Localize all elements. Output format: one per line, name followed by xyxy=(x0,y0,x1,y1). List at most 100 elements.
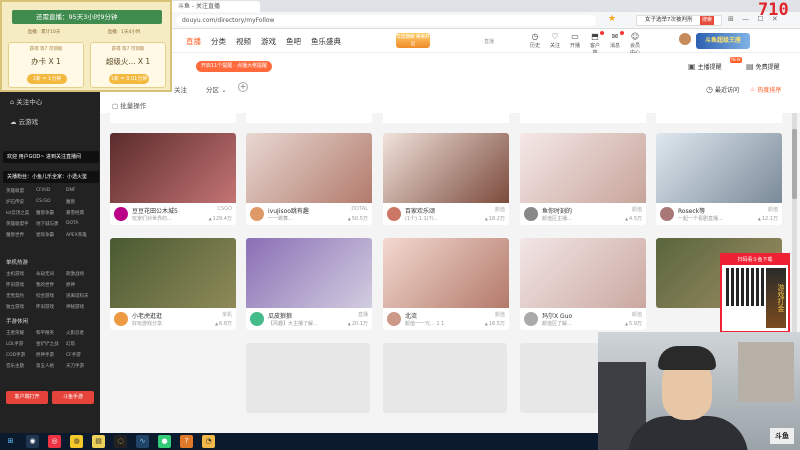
stream-card[interactable]: 小老虎逛逛好玩游戏分享 单机 6.8万 xyxy=(110,238,236,330)
browser-search-button[interactable]: 搜索 xyxy=(700,16,715,25)
steam-icon[interactable]: ◉ xyxy=(26,435,39,448)
sidebar-category-item[interactable]: 天刀手游 xyxy=(66,363,96,369)
sidebar-category-item[interactable]: 无畏契约 xyxy=(6,293,36,299)
streamer-avatar[interactable] xyxy=(524,207,538,221)
client-open-button[interactable]: 客户端打开 xyxy=(6,391,48,404)
streamer-avatar[interactable] xyxy=(387,207,401,221)
stream-thumbnail[interactable] xyxy=(383,133,509,203)
stream-thumbnail[interactable] xyxy=(110,133,236,203)
app-green-icon[interactable]: ● xyxy=(158,435,171,448)
sidebar-category-item[interactable]: 金铲铲之战 xyxy=(36,341,66,347)
streamer-avatar[interactable] xyxy=(114,312,128,326)
stream-card-partial[interactable] xyxy=(383,113,509,123)
sidebar-category-item[interactable]: LOL手游 xyxy=(6,341,36,347)
stream-thumbnail[interactable] xyxy=(656,133,782,203)
filter-partition[interactable]: 分区 ⌄ xyxy=(206,84,227,94)
sidebar-category-item[interactable]: 炉石传说 xyxy=(6,199,36,205)
qr-download-ad[interactable]: 扫码看斗鱼下载 游戏打金 xyxy=(720,253,790,333)
sidebar-category-item[interactable]: 星际争霸 xyxy=(36,232,66,238)
sidebar-category-item[interactable]: 音乐主题 xyxy=(6,363,36,369)
sidebar-category-item[interactable]: 火影忍者 xyxy=(66,330,96,336)
sidebar-category-item[interactable]: CS:GO xyxy=(36,199,66,205)
streamer-avatar[interactable] xyxy=(250,312,264,326)
sidebar-item-follow-center[interactable]: ⌂ 关注中心 xyxy=(10,92,100,112)
stream-card[interactable]: 瓜皮狼狼【风趣】大主播了解... 直播 20.1万 xyxy=(246,238,372,330)
sidebar-category-item[interactable]: 主机游戏 xyxy=(6,271,36,277)
anchor-reminder-button[interactable]: ▣ 主播提醒 xyxy=(688,62,722,71)
stream-card[interactable]: 北流颜值一一元... 1 1 颜值 16.5万 xyxy=(383,238,509,330)
sidebar-category-item[interactable]: DOTA xyxy=(66,221,96,227)
promo-badge[interactable]: 年度巅峰 赛事开启 xyxy=(396,33,430,48)
nav-festival[interactable]: 鱼乐盛典 xyxy=(311,36,341,47)
sidebar-category-item[interactable]: 怀旧游戏 xyxy=(6,282,36,288)
streamer-avatar[interactable] xyxy=(387,312,401,326)
nav-video[interactable]: 视频 xyxy=(236,36,251,47)
app-owl-icon[interactable]: ◔ xyxy=(202,435,215,448)
sidebar-category-item[interactable]: APEX英雄 xyxy=(66,232,96,238)
sidebar-category-item[interactable]: 魔兽 xyxy=(66,199,96,205)
stream-card-partial[interactable] xyxy=(520,113,646,123)
bookmark-star-icon[interactable]: ★ xyxy=(608,14,616,24)
sidebar-category-item[interactable]: COD手游 xyxy=(6,352,36,358)
sidebar-category-item[interactable]: 和平精英 xyxy=(36,330,66,336)
sidebar-category-item[interactable]: CF手游 xyxy=(66,352,96,358)
sidebar-category-item[interactable]: 幻塔 xyxy=(66,341,96,347)
free-reminder-button[interactable]: ▤ 免费提醒 xyxy=(746,62,780,71)
sidebar-category-item[interactable]: 王者荣耀 xyxy=(6,330,36,336)
stream-card-partial[interactable] xyxy=(110,113,236,123)
sidebar-category-item[interactable]: 综合游戏 xyxy=(36,293,66,299)
sidebar-category-item[interactable]: 神秘游戏 xyxy=(66,304,96,310)
filter-follow[interactable]: 关注 xyxy=(174,84,187,94)
sidebar-category-item[interactable]: lol云顶之奕 xyxy=(6,210,36,216)
streamer-avatar[interactable] xyxy=(114,207,128,221)
app-ring-icon[interactable]: ◌ xyxy=(114,435,127,448)
nav-live[interactable]: 直播 xyxy=(186,36,201,47)
stream-thumbnail[interactable] xyxy=(520,133,646,203)
sidebar-category-item[interactable]: 独立游戏 xyxy=(6,304,36,310)
batch-manage-button[interactable]: ▢ 批量操作 xyxy=(112,100,146,110)
browser-tab[interactable]: 斗鱼 - 关注直播 xyxy=(170,1,260,12)
stream-card[interactable]: 豆豆花田公木城5玩家们对世界的... CSGO 129.4万 xyxy=(110,133,236,225)
sidebar-category-item[interactable]: 英雄联盟 xyxy=(6,188,36,194)
sidebar-category-item[interactable]: 英雄联盟手 xyxy=(6,221,36,227)
user-avatar[interactable] xyxy=(678,32,692,46)
app-folder-icon[interactable]: ▤ xyxy=(92,435,105,448)
windows-start-icon[interactable]: ⊞ xyxy=(4,435,17,448)
sidebar-category-item[interactable]: DNF xyxy=(66,188,96,194)
stream-card[interactable]: 玛尔X Guo颜值区了解... 颜值 5.9万 xyxy=(520,238,646,330)
stream-card-partial[interactable] xyxy=(656,113,782,123)
sidebar-category-item[interactable]: 我的世界 xyxy=(36,282,66,288)
sidebar-category-item[interactable]: 原神手游 xyxy=(36,352,66,358)
app-yellow-icon[interactable]: ◍ xyxy=(70,435,83,448)
app-orange-icon[interactable]: ? xyxy=(180,435,193,448)
sidebar-category-item[interactable]: CF/HD xyxy=(36,188,66,194)
sidebar-category-item[interactable]: 逃离塔科夫 xyxy=(66,293,96,299)
reminder-pill[interactable]: 开启11个提醒 · 点播大佬提醒 xyxy=(196,61,272,72)
nav-game[interactable]: 游戏 xyxy=(261,36,276,47)
sidebar-category-item[interactable]: 刺激战场 xyxy=(66,271,96,277)
stream-thumbnail[interactable] xyxy=(110,238,236,308)
streamer-avatar[interactable] xyxy=(524,312,538,326)
add-filter-button[interactable]: + xyxy=(238,82,248,92)
sidebar-category-item[interactable]: 第五人格 xyxy=(36,363,66,369)
chrome-icon[interactable]: ◎ xyxy=(48,435,61,448)
header-game-banner[interactable]: 斗鱼超级王座 xyxy=(696,33,750,49)
stream-card[interactable]: 鱼你时刻的颜值区主播... 颜值 4.5万 xyxy=(520,133,646,225)
sidebar-category-item[interactable]: 魔兽世界 xyxy=(6,232,36,238)
nav-fishbar[interactable]: 鱼吧 xyxy=(286,36,301,47)
mobile-game-button[interactable]: 斗鱼手游 xyxy=(52,391,94,404)
stream-thumbnail[interactable] xyxy=(383,238,509,308)
nav-category[interactable]: 分类 xyxy=(211,36,226,47)
sidebar-category-item[interactable]: 地下城与勇 xyxy=(36,221,66,227)
sidebar-category-item[interactable]: 怀旧游戏 xyxy=(36,304,66,310)
stream-card[interactable]: Roseck等一起一个看剧直播... 颜值 12.1万 xyxy=(656,133,782,225)
streamer-avatar[interactable] xyxy=(660,207,674,221)
stream-thumbnail[interactable] xyxy=(520,238,646,308)
sidebar-item-cloud-game[interactable]: ☁ 云游戏 xyxy=(10,112,100,132)
stream-card-partial[interactable] xyxy=(246,113,372,123)
streamer-avatar[interactable] xyxy=(250,207,264,221)
stream-thumbnail[interactable] xyxy=(246,238,372,308)
stream-card[interactable]: 百家欢乐颂(1个) 1.1(7)... 颜值 18.2万 xyxy=(383,133,509,225)
stream-thumbnail[interactable] xyxy=(246,133,372,203)
sidebar-category-item[interactable]: 魔兽争霸 xyxy=(36,210,66,216)
